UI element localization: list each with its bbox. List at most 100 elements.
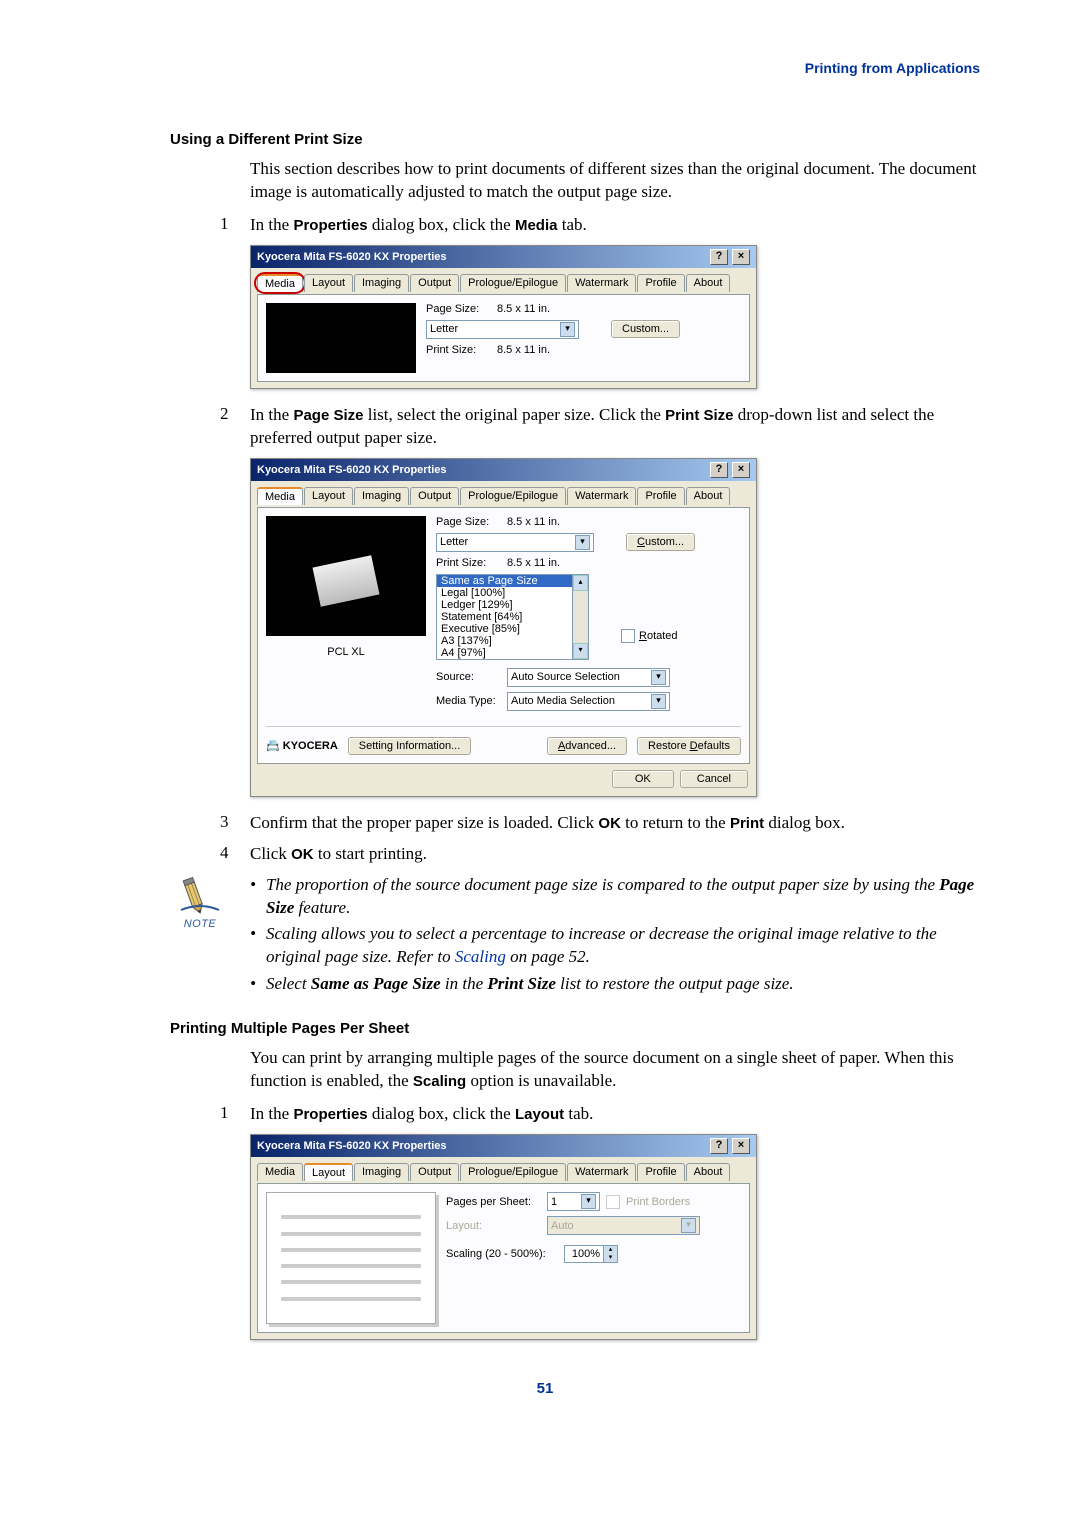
tab-about[interactable]: About [686, 1163, 731, 1181]
list-item[interactable]: Ledger [129%] [437, 599, 572, 611]
scrollbar[interactable]: ▴▾ [573, 574, 589, 660]
advanced-button[interactable]: Advanced... [547, 737, 627, 755]
tab-watermark[interactable]: Watermark [567, 274, 636, 292]
chevron-down-icon: ▾ [581, 1194, 596, 1209]
tab-layout[interactable]: Layout [304, 1163, 353, 1181]
tab-profile[interactable]: Profile [637, 1163, 684, 1181]
list-item[interactable]: Statement [64%] [437, 611, 572, 623]
custom-button[interactable]: Custom... [611, 320, 680, 338]
tab-imaging[interactable]: Imaging [354, 1163, 409, 1181]
tab-about[interactable]: About [686, 487, 731, 505]
tab-output[interactable]: Output [410, 487, 459, 505]
dialog-title-text: Kyocera Mita FS-6020 KX Properties [257, 464, 447, 476]
dropdown-value: Auto Media Selection [511, 695, 615, 707]
help-button[interactable]: ? [710, 249, 728, 265]
t: In the [250, 405, 293, 424]
tab-about[interactable]: About [686, 274, 731, 292]
dropdown-value: 1 [551, 1196, 557, 1208]
t: dialog box. [764, 813, 845, 832]
ok-button[interactable]: OK [612, 770, 674, 788]
print-size-listbox[interactable]: Same as Page Size Legal [100%] Ledger [1… [436, 574, 573, 660]
custom-button[interactable]: Custom... [626, 533, 695, 551]
t: ustom... [645, 536, 684, 548]
t: OK [598, 815, 621, 832]
t: Print Size [665, 407, 733, 424]
rotated-checkbox[interactable] [621, 629, 635, 643]
print-size-value: 8.5 x 11 in. [497, 344, 557, 356]
spin-up-icon[interactable]: ▴ [603, 1246, 617, 1254]
media-type-dropdown[interactable]: Auto Media Selection ▾ [507, 692, 670, 711]
t: Layout [515, 1106, 564, 1123]
t: dialog box, click the [368, 215, 515, 234]
page-size-label: Page Size: [426, 303, 491, 315]
note-icon-block: NOTE [170, 874, 230, 930]
list-item[interactable]: A3 [137%] [437, 635, 572, 647]
step-text: In the Properties dialog box, click the … [250, 1103, 980, 1126]
scroll-up-icon[interactable]: ▴ [573, 575, 588, 591]
list-item[interactable]: Legal [100%] [437, 587, 572, 599]
tab-output[interactable]: Output [410, 1163, 459, 1181]
tab-profile[interactable]: Profile [637, 487, 684, 505]
tab-media[interactable]: Media [257, 1163, 303, 1181]
tab-watermark[interactable]: Watermark [567, 1163, 636, 1181]
spin-down-icon[interactable]: ▾ [603, 1254, 617, 1262]
t: Print [730, 815, 764, 832]
list-item[interactable]: A4 [97%] [437, 647, 572, 659]
source-dropdown[interactable]: Auto Source Selection ▾ [507, 668, 670, 687]
tab-media[interactable]: Media [257, 274, 303, 292]
tab-layout[interactable]: Layout [304, 487, 353, 505]
list-item[interactable]: Same as Page Size [437, 575, 572, 587]
dialog-title-text: Kyocera Mita FS-6020 KX Properties [257, 1140, 447, 1152]
t: Click [250, 844, 291, 863]
scaling-input[interactable] [565, 1246, 603, 1262]
help-button[interactable]: ? [710, 462, 728, 478]
tab-layout[interactable]: Layout [304, 274, 353, 292]
section2-intro: You can print by arranging multiple page… [250, 1047, 980, 1093]
pages-per-sheet-label: Pages per Sheet: [446, 1196, 541, 1208]
tab-prologue[interactable]: Prologue/Epilogue [460, 274, 566, 292]
page-header-link[interactable]: Printing from Applications [110, 60, 980, 76]
section-intro: This section describes how to print docu… [250, 158, 980, 204]
tab-imaging[interactable]: Imaging [354, 487, 409, 505]
dropdown-value: Letter [440, 536, 468, 548]
list-item[interactable]: Executive [85%] [437, 623, 572, 635]
page-size-label: Page Size: [436, 516, 501, 528]
page-size-dropdown[interactable]: Letter ▾ [436, 533, 594, 552]
t: Properties [293, 1106, 367, 1123]
preview-thumbnail [266, 303, 416, 373]
print-borders-label: Print Borders [626, 1196, 690, 1208]
chevron-down-icon: ▾ [651, 670, 666, 685]
scaling-spinner[interactable]: ▴▾ [564, 1245, 618, 1263]
close-button[interactable]: × [732, 249, 750, 265]
t: Scaling allows you to select a percentag… [266, 924, 937, 966]
restore-defaults-button[interactable]: Restore Defaults [637, 737, 741, 755]
pages-per-sheet-dropdown[interactable]: 1 ▾ [547, 1192, 600, 1211]
tab-imaging[interactable]: Imaging [354, 274, 409, 292]
t: In the [250, 215, 293, 234]
help-button[interactable]: ? [710, 1138, 728, 1154]
t: tab. [564, 1104, 593, 1123]
t: Select [266, 974, 311, 993]
tab-prologue[interactable]: Prologue/Epilogue [460, 1163, 566, 1181]
t: to start printing. [314, 844, 427, 863]
page-size-dropdown[interactable]: Letter ▾ [426, 320, 579, 339]
scroll-down-icon[interactable]: ▾ [573, 643, 588, 659]
scaling-link[interactable]: Scaling [455, 947, 506, 966]
print-size-label: Print Size: [426, 344, 491, 356]
t: Print Size [487, 974, 556, 993]
step-number: 4 [220, 843, 250, 863]
cancel-button[interactable]: Cancel [680, 770, 748, 788]
tab-media[interactable]: Media [257, 487, 303, 505]
t: OK [291, 846, 314, 863]
close-button[interactable]: × [732, 462, 750, 478]
close-button[interactable]: × [732, 1138, 750, 1154]
t: Same as Page Size [311, 974, 441, 993]
t: KYOCERA [283, 740, 338, 752]
tab-profile[interactable]: Profile [637, 274, 684, 292]
chevron-down-icon: ▾ [651, 694, 666, 709]
tab-watermark[interactable]: Watermark [567, 487, 636, 505]
tab-output[interactable]: Output [410, 274, 459, 292]
step-number: 1 [220, 1103, 250, 1123]
tab-prologue[interactable]: Prologue/Epilogue [460, 487, 566, 505]
setting-info-button[interactable]: Setting Information... [348, 737, 472, 755]
